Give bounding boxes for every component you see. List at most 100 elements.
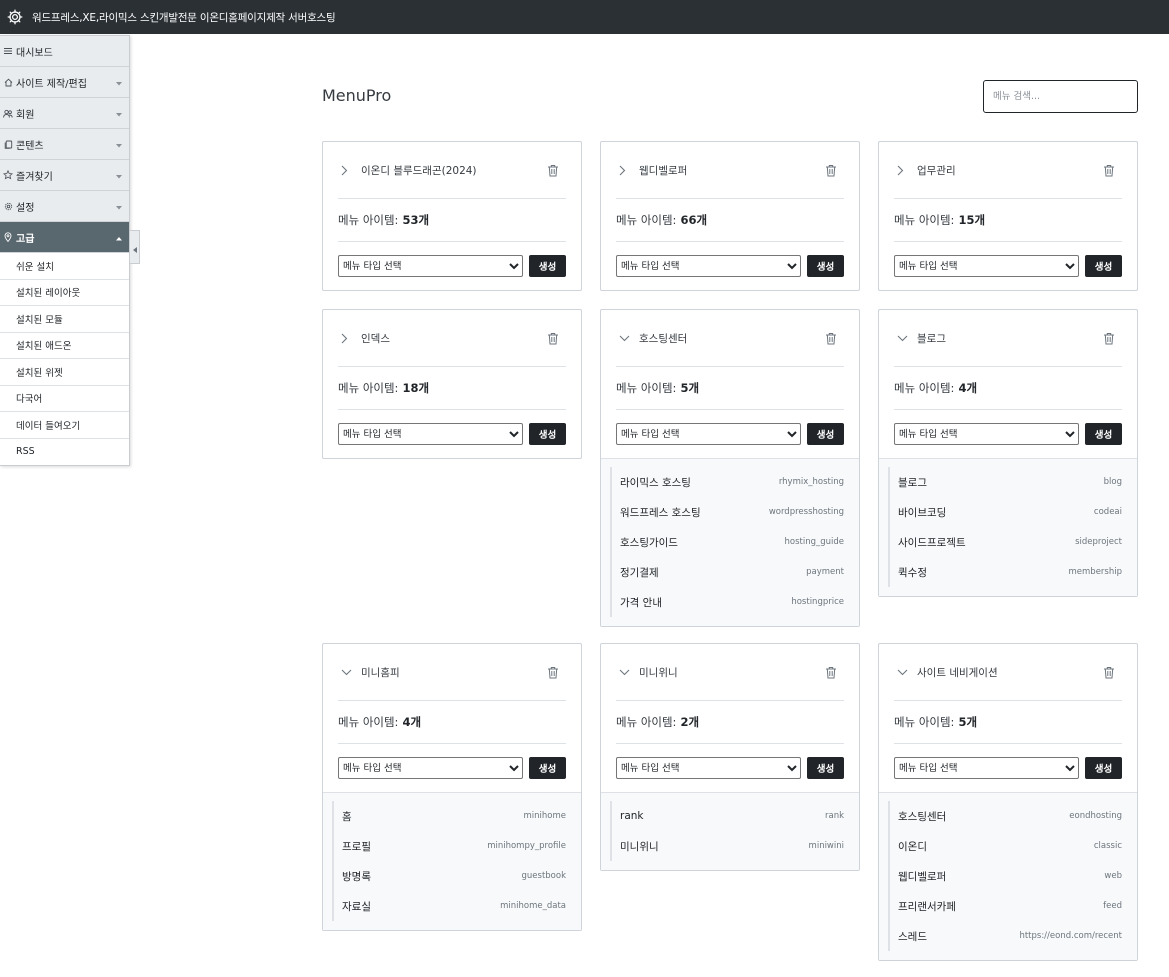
chevron-right-icon[interactable]: [341, 165, 353, 176]
create-button[interactable]: 생성: [529, 757, 566, 779]
sidebar-item-members[interactable]: 회원: [0, 98, 129, 129]
menu-type-select[interactable]: 메뉴 타입 선택: [616, 255, 801, 277]
menu-item-row[interactable]: 호스팅가이드 hosting_guide: [610, 527, 844, 557]
menu-type-select[interactable]: 메뉴 타입 선택: [338, 423, 523, 445]
create-button[interactable]: 생성: [1085, 423, 1122, 445]
sidebar-subitem-installed-modules[interactable]: 설치된 모듈: [0, 306, 129, 333]
sidebar-item-site-build[interactable]: 사이트 제작/편집: [0, 67, 129, 98]
menu-type-select[interactable]: 메뉴 타입 선택: [338, 255, 523, 277]
trash-icon[interactable]: [547, 330, 559, 349]
create-button[interactable]: 생성: [529, 423, 566, 445]
sidebar-subitem-multilingual[interactable]: 다국어: [0, 385, 129, 412]
sidebar-item-dashboard[interactable]: 대시보드: [0, 36, 129, 67]
chevron-right-icon[interactable]: [341, 333, 353, 344]
count-label: 메뉴 아이템:: [894, 715, 955, 729]
menu-item-name: 미니위니: [620, 840, 659, 853]
sidebar-subitem-installed-layouts[interactable]: 설치된 레이아웃: [0, 279, 129, 306]
menu-type-select[interactable]: 메뉴 타입 선택: [894, 255, 1079, 277]
create-button[interactable]: 생성: [1085, 255, 1122, 277]
menu-item-row[interactable]: 라이믹스 호스팅 rhymix_hosting: [610, 467, 844, 497]
menu-item-count: 메뉴 아이템: 5개: [894, 701, 1122, 744]
trash-icon[interactable]: [825, 664, 837, 683]
chevron-down-icon[interactable]: [619, 669, 631, 676]
menu-item-row[interactable]: 워드프레스 호스팅 wordpresshosting: [610, 497, 844, 527]
menu-card-header[interactable]: 블로그: [894, 310, 1122, 367]
trash-icon[interactable]: [825, 330, 837, 349]
menu-type-select[interactable]: 메뉴 타입 선택: [338, 757, 523, 779]
trash-icon[interactable]: [1103, 162, 1115, 181]
menu-item-name: 이온디: [898, 840, 927, 853]
menu-item-row[interactable]: 가격 안내 hostingprice: [610, 587, 844, 617]
create-button[interactable]: 생성: [807, 423, 844, 445]
menu-item-row[interactable]: 스레드 https://eond.com/recent: [888, 921, 1122, 951]
chevron-down-icon[interactable]: [897, 669, 909, 676]
menu-search-input[interactable]: [983, 80, 1138, 113]
menu-item-name: 바이브코딩: [898, 506, 947, 519]
menu-item-row[interactable]: 정기결제 payment: [610, 557, 844, 587]
menu-item-row[interactable]: 이온디 classic: [888, 831, 1122, 861]
menu-card-header[interactable]: 업무관리: [894, 142, 1122, 199]
menu-type-select[interactable]: 메뉴 타입 선택: [894, 757, 1079, 779]
menu-card-header[interactable]: 호스팅센터: [616, 310, 844, 367]
menu-item-row[interactable]: 자료실 minihome_data: [332, 891, 566, 921]
menu-card: 이온디 블루드래곤(2024) 메뉴 아이템: 53개 메뉴 타입 선택 생성: [322, 141, 582, 291]
menu-item-name: 가격 안내: [620, 596, 662, 609]
trash-icon[interactable]: [1103, 330, 1115, 349]
site-title[interactable]: 워드프레스,XE,라이믹스 스킨개발전문 이온디홈페이지제작 서버호스팅: [32, 10, 336, 25]
menu-item-slug: minihome_data: [500, 901, 566, 911]
menu-item-row[interactable]: 프로필 minihompy_profile: [332, 831, 566, 861]
sidebar-subitem-easy-install[interactable]: 쉬운 설치: [0, 253, 129, 280]
sidebar-item-settings[interactable]: 설정: [0, 191, 129, 222]
create-button[interactable]: 생성: [1085, 757, 1122, 779]
menu-card: 블로그 메뉴 아이템: 4개 메뉴 타입 선택 생성 블로그 blog 바이브코딩 codeai…: [878, 309, 1138, 597]
chevron-right-icon[interactable]: [897, 165, 909, 176]
menu-item-row[interactable]: 바이브코딩 codeai: [888, 497, 1122, 527]
sidebar-subitem-rss[interactable]: RSS: [0, 438, 129, 465]
menu-type-select[interactable]: 메뉴 타입 선택: [616, 423, 801, 445]
menu-card-header[interactable]: 인덱스: [338, 310, 566, 367]
menu-card-header[interactable]: 미니위니: [616, 644, 844, 701]
menu-item-row[interactable]: 사이드프로젝트 sideproject: [888, 527, 1122, 557]
menu-type-select[interactable]: 메뉴 타입 선택: [894, 423, 1079, 445]
menu-item-name: 자료실: [342, 900, 371, 913]
sidebar-subitem-installed-widgets[interactable]: 설치된 위젯: [0, 359, 129, 386]
menu-item-row[interactable]: 웹디벨로퍼 web: [888, 861, 1122, 891]
menu-item-row[interactable]: 미니위니 miniwini: [610, 831, 844, 861]
create-button[interactable]: 생성: [529, 255, 566, 277]
chevron-down-icon[interactable]: [341, 669, 353, 676]
sidebar-item-favorites[interactable]: 즐겨찾기: [0, 160, 129, 191]
sidebar-item-advanced[interactable]: 고급: [0, 222, 129, 253]
menu-name: 웹디벨로퍼: [639, 164, 688, 177]
menu-item-row[interactable]: 방명록 guestbook: [332, 861, 566, 891]
chevron-right-icon[interactable]: [619, 165, 631, 176]
menu-card-header[interactable]: 사이트 네비게이션: [894, 644, 1122, 701]
trash-icon[interactable]: [547, 664, 559, 683]
menu-item-row[interactable]: rank rank: [610, 801, 844, 831]
create-button[interactable]: 생성: [807, 255, 844, 277]
sidebar-subitem-data-import[interactable]: 데이터 들여오기: [0, 412, 129, 439]
menu-item-row[interactable]: 홈 minihome: [332, 801, 566, 831]
menu-item-slug: guestbook: [521, 871, 567, 881]
menu-item-row[interactable]: 퀵수정 membership: [888, 557, 1122, 587]
sidebar-item-contents[interactable]: 콘텐츠: [0, 129, 129, 160]
menu-item-row[interactable]: 블로그 blog: [888, 467, 1122, 497]
chevron-down-icon[interactable]: [897, 335, 909, 342]
menu-item-name: 사이드프로젝트: [898, 536, 966, 549]
gear-icon[interactable]: [0, 0, 30, 34]
sidebar-subitem-installed-addons[interactable]: 설치된 애드온: [0, 332, 129, 359]
menu-card-header[interactable]: 이온디 블루드래곤(2024): [338, 142, 566, 199]
menu-card-header[interactable]: 웹디벨로퍼: [616, 142, 844, 199]
menu-card-header[interactable]: 미니홈피: [338, 644, 566, 701]
menu-type-select[interactable]: 메뉴 타입 선택: [616, 757, 801, 779]
menu-item-row[interactable]: 프리랜서카페 feed: [888, 891, 1122, 921]
create-button[interactable]: 생성: [807, 757, 844, 779]
menu-name: 업무관리: [917, 164, 956, 177]
chevron-down-icon[interactable]: [619, 335, 631, 342]
trash-icon[interactable]: [825, 162, 837, 181]
menu-item-list: 홈 minihome 프로필 minihompy_profile 방명록 guestboo…: [323, 792, 581, 930]
sidebar-collapse-button[interactable]: [130, 230, 140, 264]
trash-icon[interactable]: [547, 162, 559, 181]
menu-item-row[interactable]: 호스팅센터 eondhosting: [888, 801, 1122, 831]
trash-icon[interactable]: [1103, 664, 1115, 683]
count-label: 메뉴 아이템:: [894, 213, 955, 227]
